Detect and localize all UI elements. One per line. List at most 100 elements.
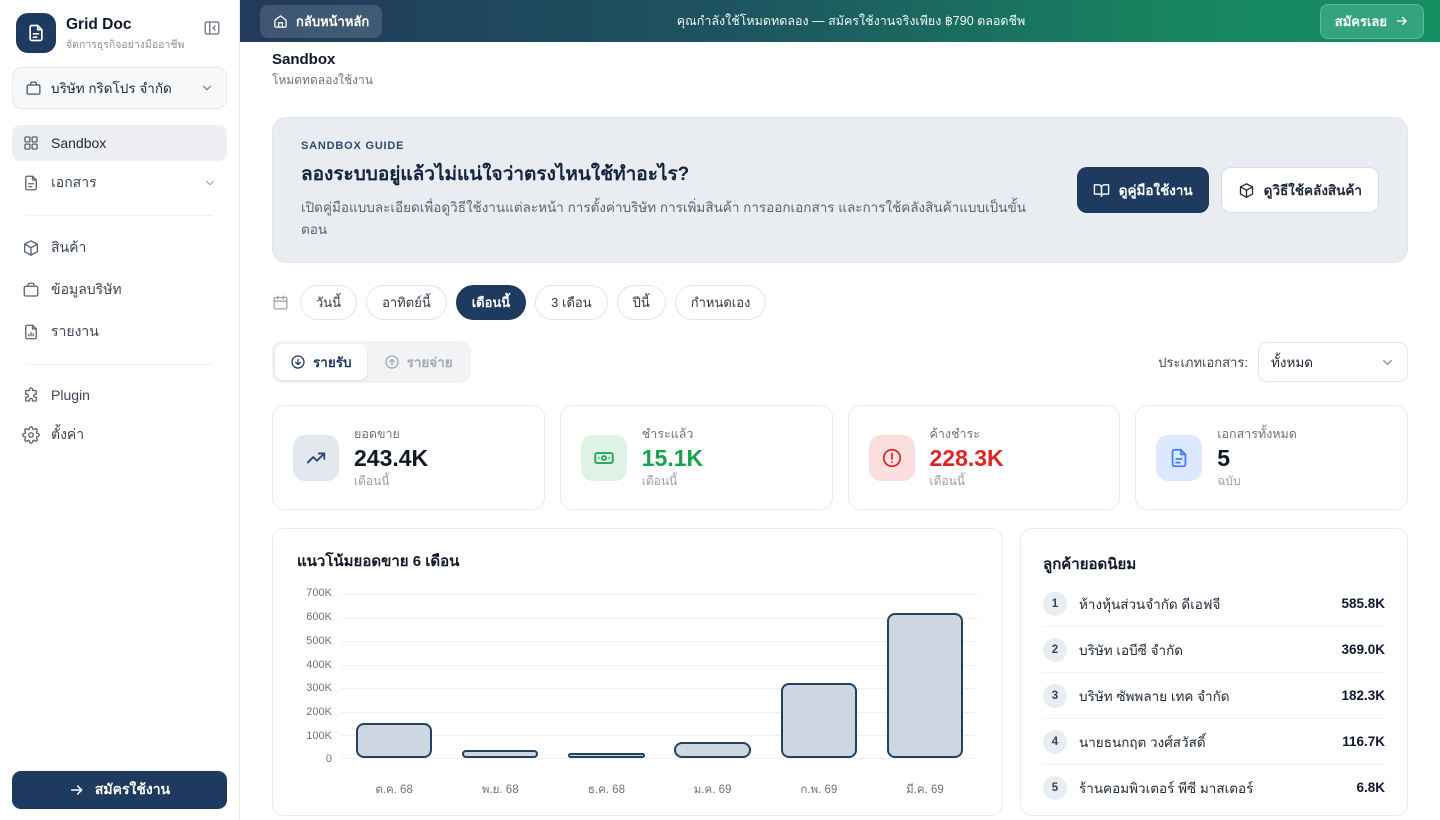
arrow-right-icon <box>1395 14 1409 28</box>
bar-slot <box>447 594 553 758</box>
doc-type-label: ประเภทเอกสาร: <box>1158 352 1248 373</box>
filter-pill-3-months[interactable]: 3 เดือน <box>535 285 607 320</box>
stat-text: ยอดขาย 243.4K เดือนนี้ <box>354 424 428 491</box>
y-tick-label: 200K <box>306 706 332 718</box>
chevron-down-icon <box>203 176 217 190</box>
chart-bar <box>887 613 963 758</box>
stat-sub: เดือนนี้ <box>642 472 703 491</box>
filter-pill-today[interactable]: วันนี้ <box>300 285 357 320</box>
toggle-expense[interactable]: รายจ่าย <box>369 344 468 380</box>
customer-row: 5 ร้านคอมพิวเตอร์ พีซี มาสเตอร์ 6.8K <box>1043 765 1385 810</box>
guide-eyebrow: SANDBOX GUIDE <box>301 140 1051 152</box>
x-tick-label: ก.พ. 69 <box>766 781 872 799</box>
chart-x-axis: ต.ค. 68พ.ย. 68ธ.ค. 68ม.ค. 69ก.พ. 69มี.ค.… <box>341 781 978 799</box>
page-subtitle: โหมดทดลองใช้งาน <box>272 71 1408 90</box>
chart-bar <box>781 683 857 758</box>
sidebar-item-sandbox[interactable]: Sandbox <box>12 125 227 161</box>
customer-value: 182.3K <box>1341 688 1385 703</box>
stat-label: ชำระแล้ว <box>642 424 703 444</box>
stat-value: 15.1K <box>642 445 703 471</box>
circle-arrow-up-icon <box>384 354 400 370</box>
briefcase-icon <box>22 281 40 299</box>
filter-pill-this-month[interactable]: เดือนนี้ <box>456 285 526 320</box>
chart-bar <box>462 750 538 758</box>
filter-pill-custom[interactable]: กำหนดเอง <box>675 285 767 320</box>
customer-name: บริษัท ซัพพลาย เทค จำกัด <box>1079 685 1329 707</box>
stat-card-documents: เอกสารทั้งหมด 5 ฉบับ <box>1135 405 1408 510</box>
customer-value: 116.7K <box>1342 734 1385 749</box>
calendar-icon <box>272 294 289 311</box>
top-customers-title: ลูกค้ายอดนิยม <box>1043 545 1385 581</box>
sidebar-item-label: ข้อมูลบริษัท <box>51 279 122 301</box>
page-header: Sandbox โหมดทดลองใช้งาน <box>240 42 1440 96</box>
y-tick-label: 600K <box>306 611 332 623</box>
page-content: SANDBOX GUIDE ลองระบบอยู่แล้วไม่แน่ใจว่า… <box>240 96 1440 820</box>
inventory-guide-button[interactable]: ดูวิธีใช้คลังสินค้า <box>1221 167 1379 213</box>
customer-value: 585.8K <box>1341 596 1385 611</box>
top-customers-panel: ลูกค้ายอดนิยม 1 ห้างหุ้นส่วนจำกัด ดีเอฟจ… <box>1020 528 1408 816</box>
customer-name: ร้านคอมพิวเตอร์ พีซี มาสเตอร์ <box>1079 777 1344 799</box>
back-home-button[interactable]: กลับหน้าหลัก <box>260 5 382 38</box>
stat-value: 5 <box>1217 445 1297 471</box>
doc-type-select[interactable]: ทั้งหมด <box>1258 342 1408 382</box>
rank-badge: 3 <box>1043 684 1067 708</box>
sidebar-item-products[interactable]: สินค้า <box>12 228 227 268</box>
banner-signup-button[interactable]: สมัครเลย <box>1320 4 1424 39</box>
x-tick-label: มี.ค. 69 <box>872 781 978 799</box>
sidebar-item-reports[interactable]: รายงาน <box>12 312 227 352</box>
filter-pill-this-week[interactable]: อาทิตย์นี้ <box>366 285 447 320</box>
customer-row: 1 ห้างหุ้นส่วนจำกัด ดีเอฟจี 585.8K <box>1043 581 1385 627</box>
sidebar-nav: Sandbox เอกสาร สินค้า ข้อมูลบริษัท <box>0 125 239 455</box>
sidebar-divider <box>26 215 213 216</box>
stat-label: เอกสารทั้งหมด <box>1217 424 1297 444</box>
rank-badge: 5 <box>1043 776 1067 800</box>
app-logo <box>16 13 56 53</box>
guide-text: SANDBOX GUIDE ลองระบบอยู่แล้วไม่แน่ใจว่า… <box>301 140 1051 240</box>
panel-collapse-icon <box>203 19 221 37</box>
x-tick-label: ธ.ค. 68 <box>553 781 659 799</box>
toggle-expense-label: รายจ่าย <box>407 351 453 373</box>
sidebar-item-label: สินค้า <box>51 237 86 259</box>
filter-pill-this-year[interactable]: ปีนี้ <box>617 285 666 320</box>
sidebar-item-label: รายงาน <box>51 321 99 343</box>
sidebar-item-company-info[interactable]: ข้อมูลบริษัท <box>12 270 227 310</box>
stat-text: เอกสารทั้งหมด 5 ฉบับ <box>1217 424 1297 491</box>
stat-sub: เดือนนี้ <box>354 472 428 491</box>
customer-name: ห้างหุ้นส่วนจำกัด ดีเอฟจี <box>1079 593 1329 615</box>
stat-sub: เดือนนี้ <box>930 472 1004 491</box>
stat-value: 243.4K <box>354 445 428 471</box>
customer-row: 2 บริษัท เอบีซี จำกัด 369.0K <box>1043 627 1385 673</box>
chevron-down-icon <box>1380 355 1395 370</box>
view-manual-label: ดูคู่มือใช้งาน <box>1119 179 1193 201</box>
doc-type-filter: ประเภทเอกสาร: ทั้งหมด <box>1158 342 1408 382</box>
sidebar-header: Grid Doc จัดการธุรกิจอย่างมืออาชีพ <box>0 0 239 61</box>
stat-label: ค้างชำระ <box>930 424 1004 444</box>
chart-bar <box>674 742 750 758</box>
sidebar-item-plugin[interactable]: Plugin <box>12 377 227 413</box>
sidebar-item-documents[interactable]: เอกสาร <box>12 163 227 203</box>
sidebar: Grid Doc จัดการธุรกิจอย่างมืออาชีพ บริษั… <box>0 0 240 820</box>
toggle-income[interactable]: รายรับ <box>275 344 367 380</box>
package-icon <box>22 239 40 257</box>
bar-slot <box>553 594 659 758</box>
sidebar-item-settings[interactable]: ตั้งค่า <box>12 415 227 455</box>
y-tick-label: 300K <box>306 682 332 694</box>
x-tick-label: ต.ค. 68 <box>341 781 447 799</box>
company-selector[interactable]: บริษัท กริดโปร จำกัด <box>12 67 227 109</box>
panels-row: แนวโน้มยอดขาย 6 เดือน 700K600K500K400K30… <box>272 528 1408 816</box>
bar-slot <box>872 594 978 758</box>
page-title: Sandbox <box>272 51 1408 68</box>
alert-circle-icon <box>869 435 915 481</box>
y-tick-label: 100K <box>306 730 332 742</box>
sidebar-signup-button[interactable]: สมัครใช้งาน <box>12 771 227 809</box>
grid-icon <box>22 134 40 152</box>
stat-card-paid: ชำระแล้ว 15.1K เดือนนี้ <box>560 405 833 510</box>
view-manual-button[interactable]: ดูคู่มือใช้งาน <box>1077 167 1209 213</box>
book-open-icon <box>1093 182 1110 199</box>
sidebar-collapse-button[interactable] <box>199 15 225 41</box>
sandbox-guide-card: SANDBOX GUIDE ลองระบบอยู่แล้วไม่แน่ใจว่า… <box>272 117 1408 263</box>
company-name: บริษัท กริดโปร จำกัด <box>51 77 191 99</box>
stat-text: ค้างชำระ 228.3K เดือนนี้ <box>930 424 1004 491</box>
date-filter-row: วันนี้ อาทิตย์นี้ เดือนนี้ 3 เดือน ปีนี้… <box>272 285 1408 320</box>
document-icon <box>22 174 40 192</box>
